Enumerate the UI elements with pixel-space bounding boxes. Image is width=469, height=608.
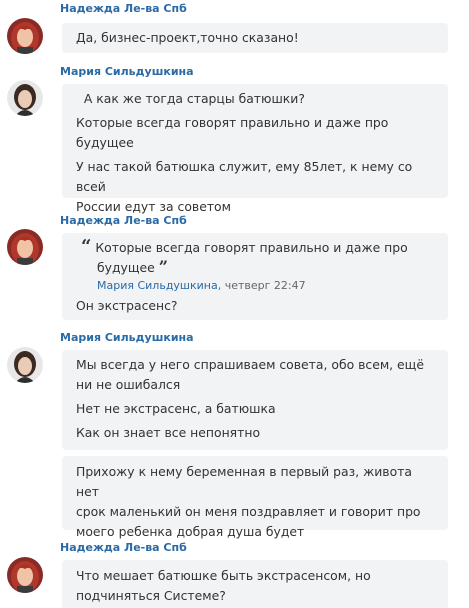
message-text: Которые всегда говорят правильно и даже … bbox=[76, 115, 389, 130]
close-quote-icon: ” bbox=[158, 257, 168, 276]
avatar-nadezhda[interactable] bbox=[7, 18, 43, 54]
message-author[interactable]: Надежда Ле-ва Спб bbox=[60, 541, 187, 554]
message-author[interactable]: Мария Сильдушкина bbox=[60, 331, 194, 344]
quote-timestamp: , четверг 22:47 bbox=[217, 279, 306, 292]
avatar-nadezhda[interactable] bbox=[7, 557, 43, 593]
message-bubble: Да, бизнес-проект,точно сказано! bbox=[62, 23, 448, 53]
message-bubble: Что мешает батюшке быть экстрасенсом, но… bbox=[62, 560, 448, 608]
message-text: моего ребенка добрая душа будет bbox=[76, 524, 305, 539]
message-author[interactable]: Мария Сильдушкина bbox=[60, 65, 194, 78]
message-text: Он экстрасенс? bbox=[76, 298, 178, 313]
avatar-woman-dark-hair-icon bbox=[7, 80, 43, 116]
message-text: Прихожу к нему беременная в первый раз, … bbox=[76, 464, 412, 499]
quote-text: будущее bbox=[97, 260, 155, 275]
message-text: Мы всегда у него спрашиваем совета, обо … bbox=[76, 357, 424, 372]
message-text: подчиняться Системе? bbox=[76, 588, 226, 603]
message-text: ни не ошибался bbox=[76, 377, 181, 392]
message-text: А как же тогда старцы батюшки? bbox=[76, 91, 305, 106]
message-text: срок маленький он меня поздравляет и гов… bbox=[76, 504, 421, 519]
message-bubble: А как же тогда старцы батюшки? Которые в… bbox=[62, 84, 448, 214]
avatar-woman-red-hair-icon bbox=[7, 18, 43, 54]
message-author[interactable]: Надежда Ле-ва Спб bbox=[60, 2, 187, 15]
message-text: Как он знает все непонятно bbox=[76, 425, 261, 440]
open-quote-icon: “ bbox=[81, 236, 92, 257]
avatar-woman-dark-hair-icon bbox=[7, 347, 43, 383]
message-author[interactable]: Надежда Ле-ва Спб bbox=[60, 214, 187, 227]
quote-text: Которые всегда говорят правильно и даже … bbox=[95, 240, 408, 255]
message-bubble: Мы всегда у него спрашиваем совета, обо … bbox=[62, 350, 448, 450]
quote-meta: Мария Сильдушкина, четверг 22:47 bbox=[76, 278, 434, 294]
message-bubble: “ Которые всегда говорят правильно и даж… bbox=[62, 233, 448, 320]
avatar-maria[interactable] bbox=[7, 347, 43, 383]
message-text: Нет не экстрасенс, а батюшка bbox=[76, 401, 276, 416]
avatar-nadezhda[interactable] bbox=[7, 229, 43, 265]
message-bubble: Прихожу к нему беременная в первый раз, … bbox=[62, 456, 448, 539]
avatar-woman-red-hair-icon bbox=[7, 229, 43, 265]
message-text: будущее bbox=[76, 135, 134, 150]
quote-block: “ Которые всегда говорят правильно и даж… bbox=[76, 238, 434, 294]
message-text: Да, бизнес-проект,точно сказано! bbox=[76, 30, 299, 45]
message-text: У нас такой батюшка служит, ему 85лет, к… bbox=[76, 159, 413, 194]
message-text: Что мешает батюшке быть экстрасенсом, но bbox=[76, 568, 371, 583]
avatar-maria[interactable] bbox=[7, 80, 43, 116]
avatar-woman-red-hair-icon bbox=[7, 557, 43, 593]
quote-author-link[interactable]: Мария Сильдушкина bbox=[97, 279, 218, 292]
